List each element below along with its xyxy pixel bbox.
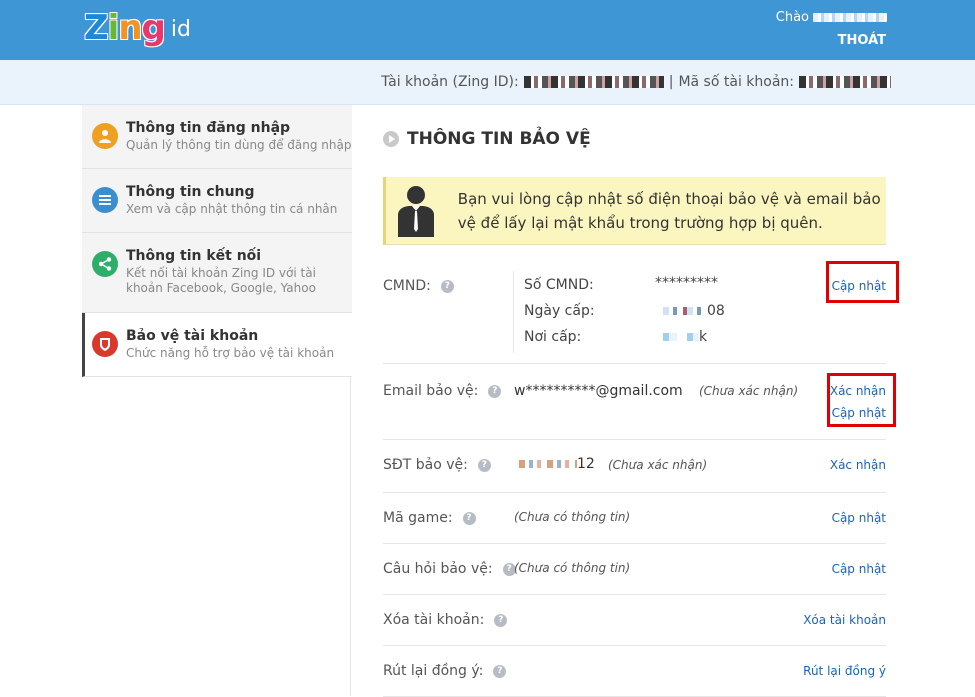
notice-box: Bạn vui lòng cập nhật số điện thoại bảo … bbox=[383, 177, 886, 245]
help-icon[interactable]: ? bbox=[494, 613, 508, 627]
email-row: Email bảo vệ: ? w**********@gmail.com (C… bbox=[383, 364, 886, 440]
cmnd-label: CMND: ? bbox=[383, 278, 454, 294]
email-value: w**********@gmail.com bbox=[514, 383, 683, 399]
logout-button[interactable]: THOÁT bbox=[838, 33, 886, 48]
issue-place-label: Nơi cấp: bbox=[524, 329, 582, 345]
play-bullet-icon bbox=[383, 131, 399, 147]
email-status: (Chưa xác nhận) bbox=[699, 384, 799, 398]
phone-label-text: SĐT bảo vệ: bbox=[383, 457, 468, 473]
sidebar-item-title: Bảo vệ tài khoản bbox=[126, 328, 259, 344]
security-question-status: (Chưa có thông tin) bbox=[514, 561, 631, 575]
game-code-update-link[interactable]: Cập nhật bbox=[832, 511, 886, 525]
sidebar-item-title: Thông tin đăng nhập bbox=[126, 120, 291, 136]
redacted-date bbox=[663, 307, 707, 315]
zing-id-label: Tài khoản (Zing ID): bbox=[381, 74, 519, 90]
game-code-status: (Chưa có thông tin) bbox=[514, 510, 631, 524]
id-number-value: ********* bbox=[655, 275, 718, 291]
withdraw-consent-link[interactable]: Rút lại đồng ý bbox=[803, 664, 886, 678]
highlight-box bbox=[826, 261, 899, 303]
withdraw-consent-row: Rút lại đồng ý: ? Rút lại đồng ý bbox=[383, 646, 886, 697]
game-code-row: Mã game: ? (Chưa có thông tin) Cập nhật bbox=[383, 493, 886, 544]
greeting-label: Chào bbox=[775, 10, 809, 25]
delete-account-row: Xóa tài khoản: ? Xóa tài khoản bbox=[383, 595, 886, 646]
businessman-icon bbox=[396, 185, 446, 237]
divider bbox=[513, 271, 514, 353]
highlight-box bbox=[827, 373, 896, 427]
redacted-place bbox=[663, 333, 699, 341]
issue-date-value: 08 bbox=[663, 303, 725, 319]
sidebar-item-general-info[interactable]: Thông tin chung Xem và cập nhật thông ti… bbox=[82, 169, 352, 233]
cmnd-label-text: CMND: bbox=[383, 278, 431, 294]
redacted-zing-id bbox=[523, 76, 664, 88]
id-number-label: Số CMND: bbox=[524, 277, 594, 293]
email-label: Email bảo vệ: ? bbox=[383, 383, 502, 399]
section-title: THÔNG TIN BẢO VỆ bbox=[407, 129, 591, 149]
issue-place-suffix: k bbox=[699, 329, 708, 345]
section-header: THÔNG TIN BẢO VỆ bbox=[383, 129, 591, 149]
redacted-account-code bbox=[799, 76, 891, 88]
sidebar-item-title: Thông tin kết nối bbox=[126, 248, 262, 264]
security-question-update-link[interactable]: Cập nhật bbox=[832, 562, 886, 576]
issue-date-label: Ngày cấp: bbox=[524, 303, 595, 319]
game-code-label-text: Mã game: bbox=[383, 510, 453, 526]
phone-status: (Chưa xác nhận) bbox=[608, 458, 708, 472]
shield-icon bbox=[92, 331, 118, 357]
delete-account-label-text: Xóa tài khoản: bbox=[383, 612, 485, 628]
phone-suffix: 12 bbox=[577, 456, 595, 472]
phone-label: SĐT bảo vệ: ? bbox=[383, 457, 491, 473]
issue-place-value: k bbox=[663, 329, 707, 345]
sidebar-item-subtitle: Kết nối tài khoản Zing ID với tài khoản … bbox=[126, 266, 316, 295]
top-header: Zing id Chào THOÁT bbox=[0, 0, 975, 60]
sidebar-item-account-protection[interactable]: Bảo vệ tài khoản Chức năng hỗ trợ bảo vệ… bbox=[82, 313, 352, 377]
help-icon[interactable]: ? bbox=[493, 664, 507, 678]
game-code-label: Mã game: ? bbox=[383, 510, 476, 526]
delete-account-label: Xóa tài khoản: ? bbox=[383, 612, 508, 628]
zing-id-logo[interactable]: Zing id bbox=[84, 6, 191, 50]
security-question-label-text: Câu hỏi bảo vệ: bbox=[383, 561, 493, 577]
sidebar-item-subtitle: Xem và cập nhật thông tin cá nhân bbox=[126, 202, 338, 216]
separator: | bbox=[668, 74, 674, 90]
withdraw-consent-label: Rút lại đồng ý: ? bbox=[383, 663, 507, 679]
account-code-label: Mã số tài khoản: bbox=[678, 74, 794, 90]
logo-wordmark: Zing bbox=[84, 8, 166, 48]
phone-value: 12 bbox=[519, 456, 595, 472]
help-icon[interactable]: ? bbox=[440, 279, 454, 293]
sidebar: Thông tin đăng nhập Quản lý thông tin dù… bbox=[82, 105, 352, 377]
notice-text: Bạn vui lòng cập nhật số điện thoại bảo … bbox=[457, 189, 881, 232]
help-icon[interactable]: ? bbox=[462, 511, 476, 525]
share-icon bbox=[92, 251, 118, 277]
logo-suffix: id bbox=[170, 17, 191, 42]
greeting: Chào bbox=[776, 10, 887, 25]
sidebar-item-subtitle: Chức năng hỗ trợ bảo vệ tài khoản bbox=[126, 346, 335, 360]
phone-confirm-link[interactable]: Xác nhận bbox=[830, 458, 886, 472]
phone-row: SĐT bảo vệ: ? 12 (Chưa xác nhận) Xác nhậ… bbox=[383, 440, 886, 493]
account-bar: Tài khoản (Zing ID): | Mã số tài khoản: bbox=[0, 60, 975, 105]
user-icon bbox=[92, 123, 118, 149]
cmnd-row: CMND: ? Số CMND: ********* Ngày cấp: 08 … bbox=[383, 259, 886, 364]
delete-account-link[interactable]: Xóa tài khoản bbox=[803, 613, 886, 627]
help-icon[interactable]: ? bbox=[488, 384, 502, 398]
sidebar-item-login-info[interactable]: Thông tin đăng nhập Quản lý thông tin dù… bbox=[82, 105, 352, 169]
account-info: Tài khoản (Zing ID): | Mã số tài khoản: bbox=[381, 74, 891, 90]
redacted-phone bbox=[519, 460, 577, 468]
email-label-text: Email bảo vệ: bbox=[383, 383, 479, 399]
security-question-label: Câu hỏi bảo vệ: ? bbox=[383, 561, 516, 577]
redacted-username bbox=[813, 13, 887, 22]
sidebar-item-title: Thông tin chung bbox=[126, 184, 255, 200]
sidebar-item-connections[interactable]: Thông tin kết nối Kết nối tài khoản Zing… bbox=[82, 233, 352, 313]
issue-date-suffix: 08 bbox=[707, 303, 725, 319]
withdraw-consent-label-text: Rút lại đồng ý: bbox=[383, 663, 484, 679]
security-question-row: Câu hỏi bảo vệ: ? (Chưa có thông tin) Cậ… bbox=[383, 544, 886, 595]
help-icon[interactable]: ? bbox=[477, 458, 491, 472]
sidebar-item-subtitle: Quản lý thông tin dùng để đăng nhập bbox=[126, 138, 352, 152]
list-icon bbox=[92, 187, 118, 213]
